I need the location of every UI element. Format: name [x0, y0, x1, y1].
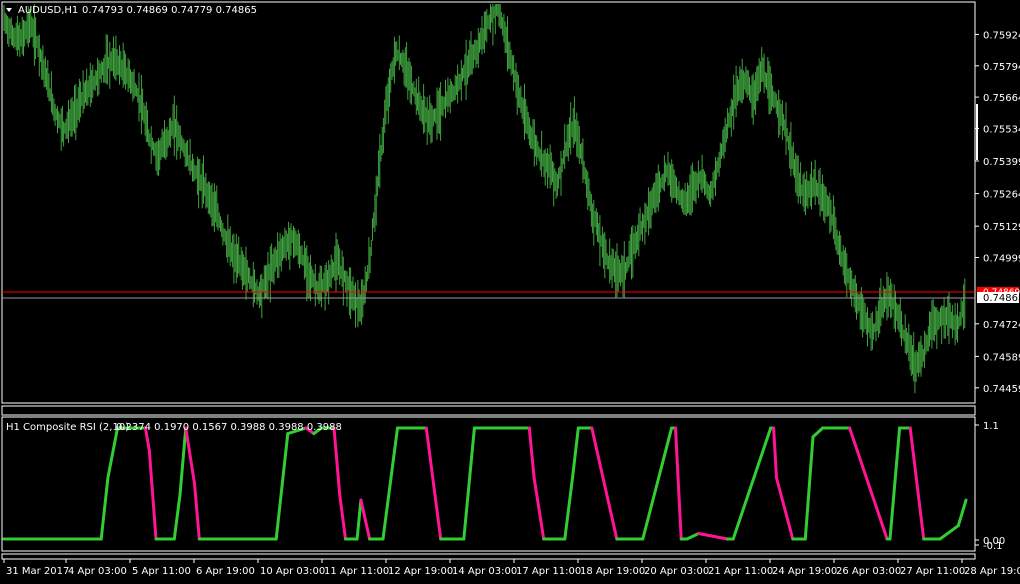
x-tick-label: 31 Mar 2017	[6, 566, 69, 577]
rsi-segment	[532, 476, 546, 541]
chart-svg: AUDUSD,H1 0.74793 0.74869 0.74779 0.7486…	[1, 1, 1020, 577]
rsi-segment	[147, 448, 158, 541]
bid-price-tag-label: 0.74865	[983, 293, 1020, 304]
x-tick-label: 17 Apr 11:00	[516, 566, 581, 577]
rsi-segment	[274, 432, 290, 541]
rsi-segment	[424, 426, 443, 541]
y-tick-label: 0.75399	[983, 157, 1020, 168]
timeline-strip	[1, 553, 976, 560]
rsi-segment	[893, 426, 902, 485]
rsi-segment	[956, 498, 968, 528]
x-tick-label: 27 Apr 11:00	[900, 566, 965, 577]
y-tick-label: 0.75264	[983, 190, 1020, 201]
rsi-segment	[571, 426, 580, 480]
rsi-segment	[848, 426, 889, 541]
indicator-tick-label: 1.1	[983, 421, 999, 432]
rsi-segment	[803, 435, 815, 541]
rsi-segment	[697, 532, 729, 541]
indicator-y-axis: 1.10.00-0.1	[975, 421, 1005, 552]
indicator-label: H1 Composite RSI (2,10)	[6, 422, 129, 433]
rsi-segment	[685, 532, 701, 541]
indicator-values: 0.2374 0.1970 0.1567 0.3988 0.3988 0.398…	[116, 422, 342, 433]
y-tick-label: 0.74999	[983, 254, 1020, 265]
x-tick-label: 11 Apr 11:00	[324, 566, 389, 577]
x-tick-label: 6 Apr 19:00	[196, 566, 255, 577]
y-tick-label: 0.74589	[983, 352, 1020, 363]
rsi-segment	[178, 426, 188, 497]
rsi-segment	[99, 476, 110, 541]
rsi-segment	[811, 426, 825, 439]
scroll-marker[interactable]	[976, 104, 978, 160]
rsi-segment	[772, 426, 778, 480]
x-tick-label: 20 Apr 03:00	[644, 566, 709, 577]
x-tick-label: 5 Apr 11:00	[132, 566, 191, 577]
rsi-segment	[106, 426, 119, 480]
price-bars	[3, 4, 966, 394]
rsi-segment	[338, 493, 347, 541]
y-tick-label: 0.75534	[983, 125, 1020, 136]
y-tick-label: 0.75924	[983, 30, 1020, 41]
x-tick-label: 12 Apr 19:00	[388, 566, 453, 577]
rsi-segment	[172, 493, 182, 541]
x-tick-label: 24 Apr 19:00	[772, 566, 837, 577]
x-tick-label: 14 Apr 03:00	[452, 566, 517, 577]
rsi-segment	[381, 426, 399, 541]
x-tick-label: 18 Apr 19:00	[580, 566, 645, 577]
rsi-segment	[527, 426, 536, 480]
rsi-segment	[775, 476, 795, 541]
rsi-segment	[355, 498, 363, 541]
rsi-segment	[193, 482, 201, 541]
indicator-tick-label: -0.1	[983, 541, 1003, 552]
rsi-segment	[590, 426, 619, 541]
y-tick-label: 0.74459	[983, 384, 1020, 395]
x-tick-label: 4 Apr 03:00	[68, 566, 127, 577]
y-tick-label: 0.74724	[983, 320, 1020, 331]
y-tick-label: 0.75794	[983, 62, 1020, 73]
chart-window: AUDUSD,H1 0.74793 0.74869 0.74779 0.7486…	[0, 0, 1020, 581]
x-tick-label: 26 Apr 03:00	[836, 566, 901, 577]
rsi-segment	[888, 482, 897, 541]
rsi-lines	[2, 426, 968, 541]
rsi-segment	[731, 426, 773, 541]
rsi-segment	[908, 426, 926, 541]
rsi-segment	[938, 524, 960, 541]
rsi-segment	[359, 498, 372, 541]
ohlc-values: 0.74793 0.74869 0.74779 0.74865	[82, 5, 257, 16]
rsi-segment	[674, 426, 683, 541]
x-tick-label: 28 Apr 19:00	[964, 566, 1020, 577]
x-tick-label: 10 Apr 03:00	[260, 566, 325, 577]
separator-panel	[1, 405, 976, 416]
symbol-dropdown-icon[interactable]	[6, 8, 12, 12]
rsi-segment	[641, 426, 674, 541]
rsi-segment	[332, 426, 342, 497]
y-tick-label: 0.75129	[983, 222, 1020, 233]
x-tick-label: 21 Apr 11:00	[708, 566, 773, 577]
symbol-label: AUDUSD,H1	[18, 5, 78, 16]
x-axis: 31 Mar 20174 Apr 03:00 5 Apr 11:00 6 Apr 1…	[3, 559, 1020, 577]
rsi-segment	[462, 426, 476, 541]
y-tick-label: 0.75664	[983, 93, 1020, 104]
rsi-segment	[184, 426, 196, 485]
main-y-axis: 0.75924 0.75794 0.75664 0.75534 0.75399 0.752…	[975, 30, 1020, 395]
rsi-segment	[563, 476, 574, 541]
